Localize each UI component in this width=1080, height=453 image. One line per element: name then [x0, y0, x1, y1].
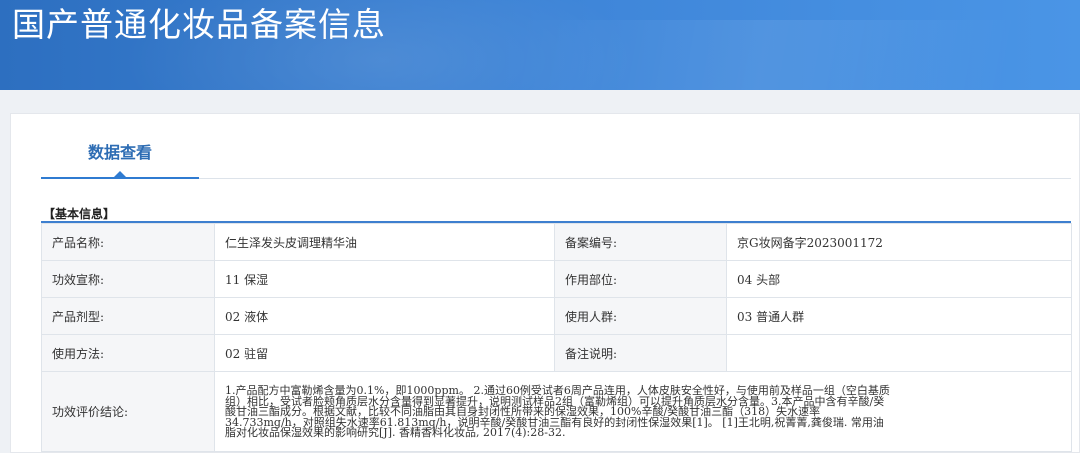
efficacy-claim-value: 11 保湿 [214, 260, 555, 298]
table-row: 使用方法: 02 驻留 备注说明: [41, 334, 1072, 372]
table-row: 产品名称: 仁生泽发头皮调理精华油 备案编号: 京G妆网备字2023001172 [41, 223, 1072, 261]
product-name-value: 仁生泽发头皮调理精华油 [214, 223, 555, 261]
active-tab-caret-icon [113, 171, 127, 178]
efficacy-conclusion-label: 功效评价结论: [41, 371, 215, 452]
record-number-label: 备案编号: [554, 223, 727, 261]
table-row: 功效宣称: 11 保湿 作用部位: 04 头部 [41, 260, 1072, 298]
remarks-value [726, 334, 1072, 372]
content-card: 数据查看 【基本信息】 产品名称: 仁生泽发头皮调理精华油 备案编号: 京G妆网… [10, 113, 1080, 453]
page-header: 国产普通化妆品备案信息 [0, 0, 1080, 90]
page-title: 国产普通化妆品备案信息 [12, 5, 386, 44]
product-name-label: 产品名称: [41, 223, 215, 261]
efficacy-claim-label: 功效宣称: [41, 260, 215, 298]
efficacy-conclusion-cell: 1.产品配方中富勒烯含量为0.1%，即1000ppm。 2.通过60例受试者6周… [214, 371, 1072, 452]
table-row: 功效评价结论: 1.产品配方中富勒烯含量为0.1%，即1000ppm。 2.通过… [41, 371, 1072, 452]
dosage-form-label: 产品剂型: [41, 297, 215, 335]
usage-method-label: 使用方法: [41, 334, 215, 372]
user-group-label: 使用人群: [554, 297, 727, 335]
dosage-form-value: 02 液体 [214, 297, 555, 335]
usage-method-value: 02 驻留 [214, 334, 555, 372]
tab-bar: 数据查看 [41, 114, 1071, 180]
basic-info-table: 产品名称: 仁生泽发头皮调理精华油 备案编号: 京G妆网备字2023001172… [41, 223, 1072, 452]
table-row: 产品剂型: 02 液体 使用人群: 03 普通人群 [41, 297, 1072, 335]
section-title-basic-info: 【基本信息】 [43, 207, 116, 221]
efficacy-conclusion-text: 1.产品配方中富勒烯含量为0.1%，即1000ppm。 2.通过60例受试者6周… [225, 384, 890, 440]
record-number-value: 京G妆网备字2023001172 [726, 223, 1072, 261]
remarks-label: 备注说明: [554, 334, 727, 372]
user-group-value: 03 普通人群 [726, 297, 1072, 335]
application-area-label: 作用部位: [554, 260, 727, 298]
application-area-value: 04 头部 [726, 260, 1072, 298]
